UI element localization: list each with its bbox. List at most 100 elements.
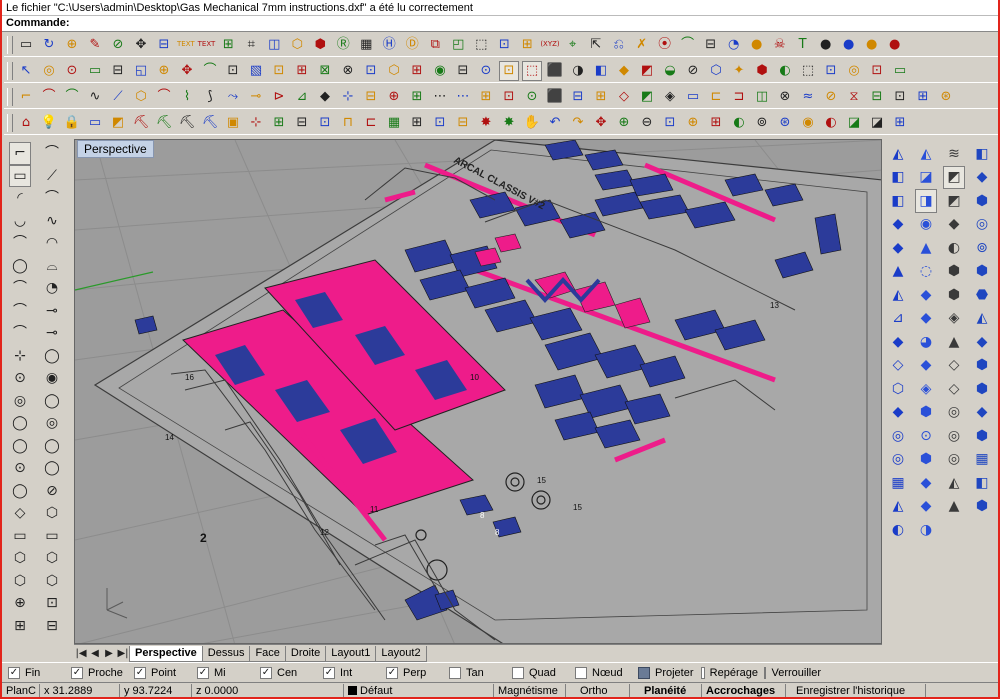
osnap-1[interactable]: ✓ Proche bbox=[65, 666, 128, 679]
tool-button-r2-5-icon[interactable]: ⬡ bbox=[131, 87, 151, 107]
tool-button-r2-3-icon[interactable]: ∿ bbox=[85, 87, 105, 107]
tool-button-r0-27-icon[interactable]: ✗ bbox=[632, 35, 652, 55]
left-tool-16-icon[interactable]: ⌒ bbox=[9, 322, 31, 345]
right-tool-50-icon[interactable]: ◎ bbox=[943, 424, 965, 448]
tool-button-r1-12-icon[interactable]: ⊞ bbox=[292, 61, 312, 81]
tool-button-r3-12-icon[interactable]: ⊟ bbox=[292, 113, 312, 133]
left-tool-11-icon[interactable]: ⌓ bbox=[41, 255, 63, 278]
tool-button-r0-25-icon[interactable]: ⇱ bbox=[586, 35, 606, 55]
right-tool-24-icon[interactable]: ◭ bbox=[887, 283, 909, 307]
tool-button-r3-29-icon[interactable]: ⊕ bbox=[683, 113, 703, 133]
right-tool-48-icon[interactable]: ◎ bbox=[887, 424, 909, 448]
left-tool-9-icon[interactable]: ◠ bbox=[41, 232, 63, 255]
tool-button-r0-28-icon[interactable]: ⦿ bbox=[655, 35, 675, 55]
left-tool-26-icon[interactable]: ◯ bbox=[9, 435, 31, 458]
left-tool-28-icon[interactable]: ⊙ bbox=[9, 457, 31, 480]
tool-button-r1-29-icon[interactable]: ⊘ bbox=[683, 61, 703, 81]
tool-button-r2-19-icon[interactable]: ⋯ bbox=[453, 87, 473, 107]
right-tool-59-icon[interactable]: ◧ bbox=[971, 471, 993, 495]
tool-button-r3-26-icon[interactable]: ⊕ bbox=[614, 113, 634, 133]
tool-button-r2-14-icon[interactable]: ⊹ bbox=[338, 87, 358, 107]
right-tool-8-icon[interactable]: ◧ bbox=[887, 189, 909, 213]
osnap-checkbox[interactable]: ✓ bbox=[8, 666, 20, 679]
tool-button-r3-22-icon[interactable]: ✋ bbox=[522, 113, 542, 133]
tool-button-r0-18-icon[interactable]: ⧉ bbox=[425, 35, 445, 55]
tool-button-r2-28-icon[interactable]: ◈ bbox=[660, 87, 680, 107]
tool-button-r2-10-icon[interactable]: ⊸ bbox=[246, 87, 266, 107]
left-tool-35-icon[interactable]: ▭ bbox=[41, 525, 63, 548]
left-tool-12-icon[interactable]: ⌒ bbox=[9, 277, 31, 300]
right-tool-61-icon[interactable]: ◆ bbox=[915, 495, 937, 519]
tool-button-r2-26-icon[interactable]: ◇ bbox=[614, 87, 634, 107]
right-tool-63-icon[interactable]: ⬢ bbox=[971, 495, 993, 519]
left-tool-20-icon[interactable]: ⊙ bbox=[9, 367, 31, 390]
tool-button-r1-4-icon[interactable]: ⊟ bbox=[108, 61, 128, 81]
tool-button-r2-7-icon[interactable]: ⌇ bbox=[177, 87, 197, 107]
left-tool-19-icon[interactable]: ◯ bbox=[41, 345, 63, 368]
left-tool-5-icon[interactable]: ⌒ bbox=[41, 187, 63, 210]
tool-button-r0-16-icon[interactable]: Ⓗ bbox=[379, 35, 399, 55]
perspective-viewport[interactable]: ARCAL CLASSIS V#2 2 10 11 12 13 14 15 15… bbox=[74, 139, 882, 644]
right-tool-51-icon[interactable]: ⬢ bbox=[971, 424, 993, 448]
right-tool-10-icon[interactable]: ◩ bbox=[943, 189, 965, 213]
right-tool-1-icon[interactable]: ◭ bbox=[915, 142, 937, 166]
left-tool-41-icon[interactable]: ⊡ bbox=[41, 592, 63, 615]
osnap-checkbox[interactable]: ✓ bbox=[71, 666, 83, 679]
tab-perspective[interactable]: Perspective bbox=[129, 645, 203, 662]
tool-button-r0-29-icon[interactable]: ⌒ bbox=[678, 35, 698, 55]
left-tool-4-icon[interactable]: ◜ bbox=[9, 187, 31, 210]
tool-button-r3-28-icon[interactable]: ⊡ bbox=[660, 113, 680, 133]
left-tool-21-icon[interactable]: ◉ bbox=[41, 367, 63, 390]
tool-button-r1-21-icon[interactable]: ⊡ bbox=[499, 60, 519, 81]
right-tool-34-icon[interactable]: ▲ bbox=[943, 330, 965, 354]
tool-button-r2-22-icon[interactable]: ⊙ bbox=[522, 87, 542, 107]
osnap-checkbox[interactable]: ✓ bbox=[197, 666, 209, 679]
tool-button-r1-11-icon[interactable]: ⊡ bbox=[269, 61, 289, 81]
tool-button-r2-11-icon[interactable]: ⊳ bbox=[269, 87, 289, 107]
tool-button-r1-31-icon[interactable]: ✦ bbox=[729, 61, 749, 81]
tool-button-r3-19-icon[interactable]: ⊟ bbox=[453, 113, 473, 133]
tool-button-r3-16-icon[interactable]: ▦ bbox=[384, 113, 404, 133]
tool-button-r1-25-icon[interactable]: ◧ bbox=[591, 61, 611, 81]
tool-button-r3-20-icon[interactable]: ✸ bbox=[476, 113, 496, 133]
osnap-8[interactable]: Quad bbox=[506, 666, 569, 679]
tool-button-r0-11-icon[interactable]: ◫ bbox=[264, 35, 284, 55]
tool-button-r2-35-icon[interactable]: ⊘ bbox=[821, 87, 841, 107]
tool-button-r3-8-icon[interactable]: ⛏ bbox=[200, 113, 220, 133]
right-tool-49-icon[interactable]: ⊙ bbox=[915, 424, 937, 448]
left-tool-30-icon[interactable]: ◯ bbox=[9, 480, 31, 503]
tool-button-r2-29-icon[interactable]: ▭ bbox=[683, 87, 703, 107]
tool-button-r2-31-icon[interactable]: ⊐ bbox=[729, 87, 749, 107]
left-tool-13-icon[interactable]: ◔ bbox=[41, 277, 63, 300]
status-planeite[interactable]: Planéité bbox=[630, 683, 702, 697]
right-tool-16-icon[interactable]: ◆ bbox=[887, 236, 909, 260]
tool-button-r0-19-icon[interactable]: ◰ bbox=[448, 35, 468, 55]
tool-button-r0-0-icon[interactable]: ▭ bbox=[16, 35, 36, 55]
tool-button-r0-14-icon[interactable]: Ⓡ bbox=[333, 35, 353, 55]
tool-button-r2-24-icon[interactable]: ⊟ bbox=[568, 87, 588, 107]
tool-button-r0-31-icon[interactable]: ◔ bbox=[724, 35, 744, 55]
tool-button-r1-22-icon[interactable]: ⬚ bbox=[522, 60, 542, 81]
tool-button-r2-27-icon[interactable]: ◩ bbox=[637, 87, 657, 107]
tab-layout2[interactable]: Layout2 bbox=[375, 645, 427, 662]
tab-nav-2-icon[interactable]: ▶ bbox=[102, 648, 116, 659]
left-tool-34-icon[interactable]: ▭ bbox=[9, 525, 31, 548]
right-tool-3-icon[interactable]: ◧ bbox=[971, 142, 993, 166]
left-tool-31-icon[interactable]: ⊘ bbox=[41, 480, 63, 503]
right-tool-11-icon[interactable]: ⬢ bbox=[971, 189, 993, 213]
right-tool-53-icon[interactable]: ⬢ bbox=[915, 448, 937, 472]
right-tool-43-icon[interactable]: ⬢ bbox=[971, 377, 993, 401]
tab-nav-0-icon[interactable]: |◀ bbox=[74, 648, 88, 659]
tool-button-r1-0-icon[interactable]: ↖ bbox=[16, 61, 36, 81]
left-tool-18-icon[interactable]: ⊹ bbox=[9, 345, 31, 368]
left-tool-2-icon[interactable]: ▭ bbox=[9, 164, 31, 187]
tool-button-r2-39-icon[interactable]: ⊞ bbox=[913, 87, 933, 107]
tool-button-r1-19-icon[interactable]: ⊟ bbox=[453, 61, 473, 81]
right-tool-38-icon[interactable]: ◇ bbox=[943, 354, 965, 378]
tool-button-r3-31-icon[interactable]: ◐ bbox=[729, 113, 749, 133]
status-history[interactable]: Enregistrer l'historique bbox=[786, 683, 926, 697]
osnap-checkbox[interactable]: ✓ bbox=[134, 666, 146, 679]
tool-button-r0-12-icon[interactable]: ⬡ bbox=[287, 35, 307, 55]
tool-button-r0-32-icon[interactable]: ● bbox=[747, 35, 767, 55]
right-tool-37-icon[interactable]: ◆ bbox=[915, 354, 937, 378]
